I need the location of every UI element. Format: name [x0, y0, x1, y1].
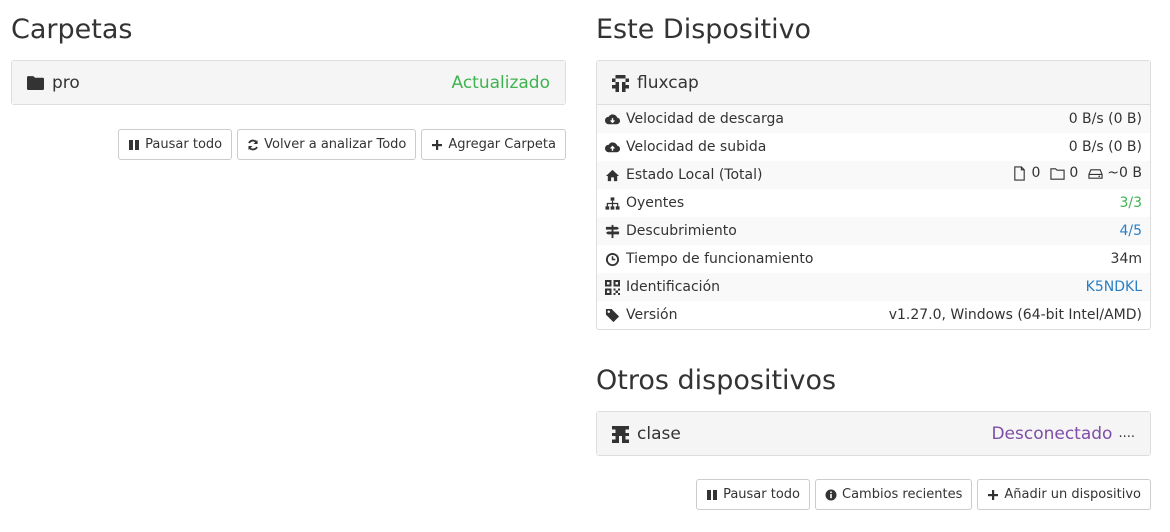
upload-speed-value: 0 B/s (0 B)	[1068, 139, 1142, 155]
local-state-label: Estado Local (Total)	[626, 167, 763, 183]
clock-icon	[605, 252, 620, 266]
uptime-label: Tiempo de funcionamiento	[626, 251, 814, 267]
this-device-panel: fluxcap Velocidad de descarga 0 B/s (0 B…	[596, 60, 1151, 330]
recent-changes-label: Cambios recientes	[842, 487, 963, 502]
pause-icon	[129, 139, 140, 150]
local-files-count: 0	[1031, 165, 1041, 182]
identification-value[interactable]: K5NDKL	[848, 273, 1150, 301]
table-row: Tiempo de funcionamiento 34m	[597, 245, 1150, 273]
listeners-label: Oyentes	[626, 195, 685, 211]
version-label: Versión	[626, 307, 678, 323]
folder-name: pro	[52, 72, 80, 93]
local-dirs-count: 0	[1069, 165, 1079, 182]
signpost-icon	[605, 224, 620, 238]
table-row: Oyentes 3/3	[597, 189, 1150, 217]
refresh-icon	[248, 139, 258, 150]
this-device-name: fluxcap	[637, 72, 699, 93]
pause-icon	[707, 489, 718, 500]
folder-status: Actualizado	[451, 72, 550, 93]
upload-speed-label: Velocidad de subida	[626, 139, 767, 155]
device-heading-clase[interactable]: clase Desconectado ....	[597, 412, 1150, 455]
folder-icon	[27, 75, 44, 90]
uptime-value: 34m	[1110, 251, 1142, 267]
pause-all-devices-button[interactable]: Pausar todo	[696, 479, 810, 510]
device-status-dots: ....	[1118, 426, 1135, 441]
table-row: Descubrimiento 4/5	[597, 217, 1150, 245]
folder-outline-icon	[1050, 168, 1065, 180]
add-folder-button[interactable]: Agregar Carpeta	[421, 129, 566, 160]
identification-label: Identificación	[626, 279, 721, 295]
device-identicon-icon	[612, 75, 629, 92]
add-folder-label: Agregar Carpeta	[448, 137, 556, 152]
cloud-download-icon	[605, 113, 620, 124]
version-value: v1.27.0, Windows (64-bit Intel/AMD)	[888, 307, 1142, 323]
plus-icon	[988, 489, 999, 500]
info-icon	[825, 489, 837, 500]
folders-heading: Carpetas	[11, 14, 133, 45]
rescan-all-button[interactable]: Volver a analizar Todo	[237, 129, 417, 160]
table-row: Identificación K5NDKL	[597, 273, 1150, 301]
table-row: Velocidad de descarga 0 B/s (0 B)	[597, 104, 1150, 133]
device-status: Desconectado	[991, 423, 1113, 444]
this-device-info-table: Velocidad de descarga 0 B/s (0 B) Veloci…	[597, 104, 1150, 329]
table-row: Versión v1.27.0, Windows (64-bit Intel/A…	[597, 301, 1150, 329]
pause-all-devices-label: Pausar todo	[723, 487, 800, 502]
rescan-all-label: Volver a analizar Todo	[264, 137, 407, 152]
tag-icon	[605, 308, 620, 322]
discovery-value[interactable]: 4/5	[848, 217, 1150, 245]
pause-all-folders-label: Pausar todo	[145, 137, 223, 152]
discovery-label: Descubrimiento	[626, 223, 737, 239]
this-device-header[interactable]: fluxcap	[597, 61, 1150, 104]
qrcode-icon	[605, 279, 620, 295]
local-size: ~0 B	[1107, 165, 1142, 182]
device-identicon-icon	[612, 426, 629, 443]
other-devices-heading: Otros dispositivos	[596, 365, 837, 396]
download-speed-value: 0 B/s (0 B)	[1068, 111, 1142, 127]
device-actions: Pausar todo Cambios recientes Añadir un …	[696, 479, 1151, 510]
device-panel-clase[interactable]: clase Desconectado ....	[596, 411, 1151, 456]
folder-panel-pro[interactable]: pro Actualizado	[11, 60, 566, 105]
pause-all-folders-button[interactable]: Pausar todo	[118, 129, 233, 160]
table-row: Estado Local (Total) 0 0 ~0 B	[597, 161, 1150, 189]
sitemap-icon	[605, 196, 620, 210]
file-icon	[1014, 166, 1026, 181]
listeners-value[interactable]: 3/3	[848, 189, 1150, 217]
hdd-icon	[1088, 168, 1103, 179]
device-name: clase	[637, 423, 681, 444]
download-speed-label: Velocidad de descarga	[626, 111, 784, 127]
add-device-label: Añadir un dispositivo	[1004, 487, 1141, 502]
folder-actions: Pausar todo Volver a analizar Todo Agreg…	[118, 129, 566, 160]
home-icon	[605, 169, 620, 181]
this-device-heading: Este Dispositivo	[596, 14, 812, 45]
folder-heading-pro[interactable]: pro Actualizado	[12, 61, 565, 104]
table-row: Velocidad de subida 0 B/s (0 B)	[597, 133, 1150, 161]
recent-changes-button[interactable]: Cambios recientes	[815, 479, 973, 510]
plus-icon	[432, 139, 443, 150]
add-device-button[interactable]: Añadir un dispositivo	[977, 479, 1151, 510]
cloud-upload-icon	[605, 141, 620, 152]
